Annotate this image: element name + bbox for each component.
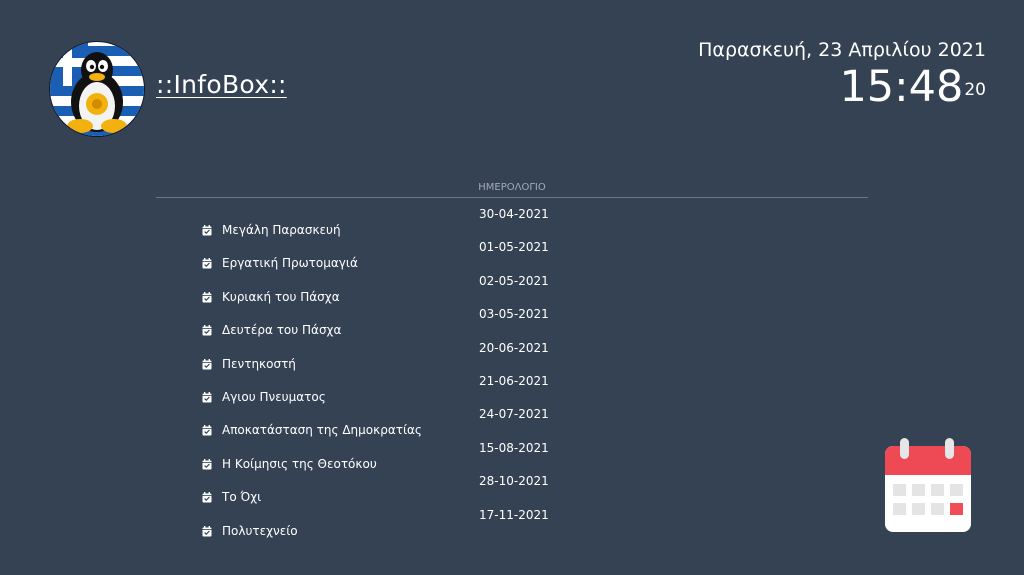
calendar-event-row: 21-06-2021 Αγιου Πνευματος — [0, 373, 1024, 407]
calendar-check-icon — [202, 325, 212, 336]
calendar-check-icon — [202, 358, 212, 370]
calendar-check-icon — [202, 458, 212, 470]
event-date: 20-06-2021 — [479, 340, 549, 355]
calendar-check-icon — [202, 425, 212, 436]
calendar-event-row: 02-05-2021 Κυριακή του Πάσχα — [0, 273, 1024, 307]
event-date: 15-08-2021 — [479, 440, 549, 455]
event-name: Πεντηκοστή — [222, 356, 296, 371]
calendar-graphic — [885, 438, 971, 532]
calendar-event-row: 24-07-2021 Αποκατάσταση της Δημοκρατίας — [0, 406, 1024, 440]
event-date: 02-05-2021 — [479, 273, 549, 288]
calendar-check-icon — [202, 392, 212, 403]
event-name: Αποκατάσταση της Δημοκρατίας — [222, 423, 422, 438]
event-name: Μεγάλη Παρασκευή — [222, 223, 341, 237]
event-name: Πολυτεχνείο — [222, 523, 298, 538]
calendar-check-icon — [202, 258, 212, 269]
calendar-event-row: 03-05-2021 Δευτέρα του Πάσχα — [0, 306, 1024, 340]
calendar-event-row: 28-10-2021 Το Όχι — [0, 473, 1024, 507]
calendar-event-row: 17-11-2021 Πολυτεχνείο — [0, 507, 1024, 541]
event-date: 24-07-2021 — [479, 407, 549, 422]
calendar-event-row: 15-08-2021 Η Κοίμησις της Θεοτόκου — [0, 440, 1024, 474]
event-date: 21-06-2021 — [479, 374, 549, 388]
calendar-check-icon — [202, 225, 212, 236]
calendar-check-icon — [202, 492, 212, 503]
event-date: 17-11-2021 — [479, 507, 549, 522]
event-name: Κυριακή του Πάσχα — [222, 289, 340, 304]
event-date: 03-05-2021 — [479, 307, 549, 322]
event-name: Εργατική Πρωτομαγιά — [222, 256, 358, 271]
calendar-event-row: 30-04-2021 Μεγάλη Παρασκευή — [0, 206, 1024, 240]
event-name: Αγιου Πνευματος — [222, 390, 326, 404]
calendar-event-list: 30-04-2021 Μεγάλη Παρασκευή 01-05-2021 Εργα… — [0, 0, 1024, 575]
calendar-event-row: 20-06-2021 Πεντηκοστή — [0, 340, 1024, 374]
event-name: Το Όχι — [222, 490, 262, 505]
event-name: Δευτέρα του Πάσχα — [222, 323, 342, 338]
event-date: 01-05-2021 — [479, 240, 549, 255]
calendar-check-icon — [202, 291, 212, 303]
event-date: 30-04-2021 — [479, 207, 549, 221]
event-date: 28-10-2021 — [479, 474, 549, 489]
event-name: Η Κοίμησις της Θεοτόκου — [222, 456, 377, 471]
calendar-check-icon — [202, 525, 212, 537]
calendar-icon — [884, 437, 972, 535]
calendar-event-row: 01-05-2021 Εργατική Πρωτομαγιά — [0, 239, 1024, 273]
